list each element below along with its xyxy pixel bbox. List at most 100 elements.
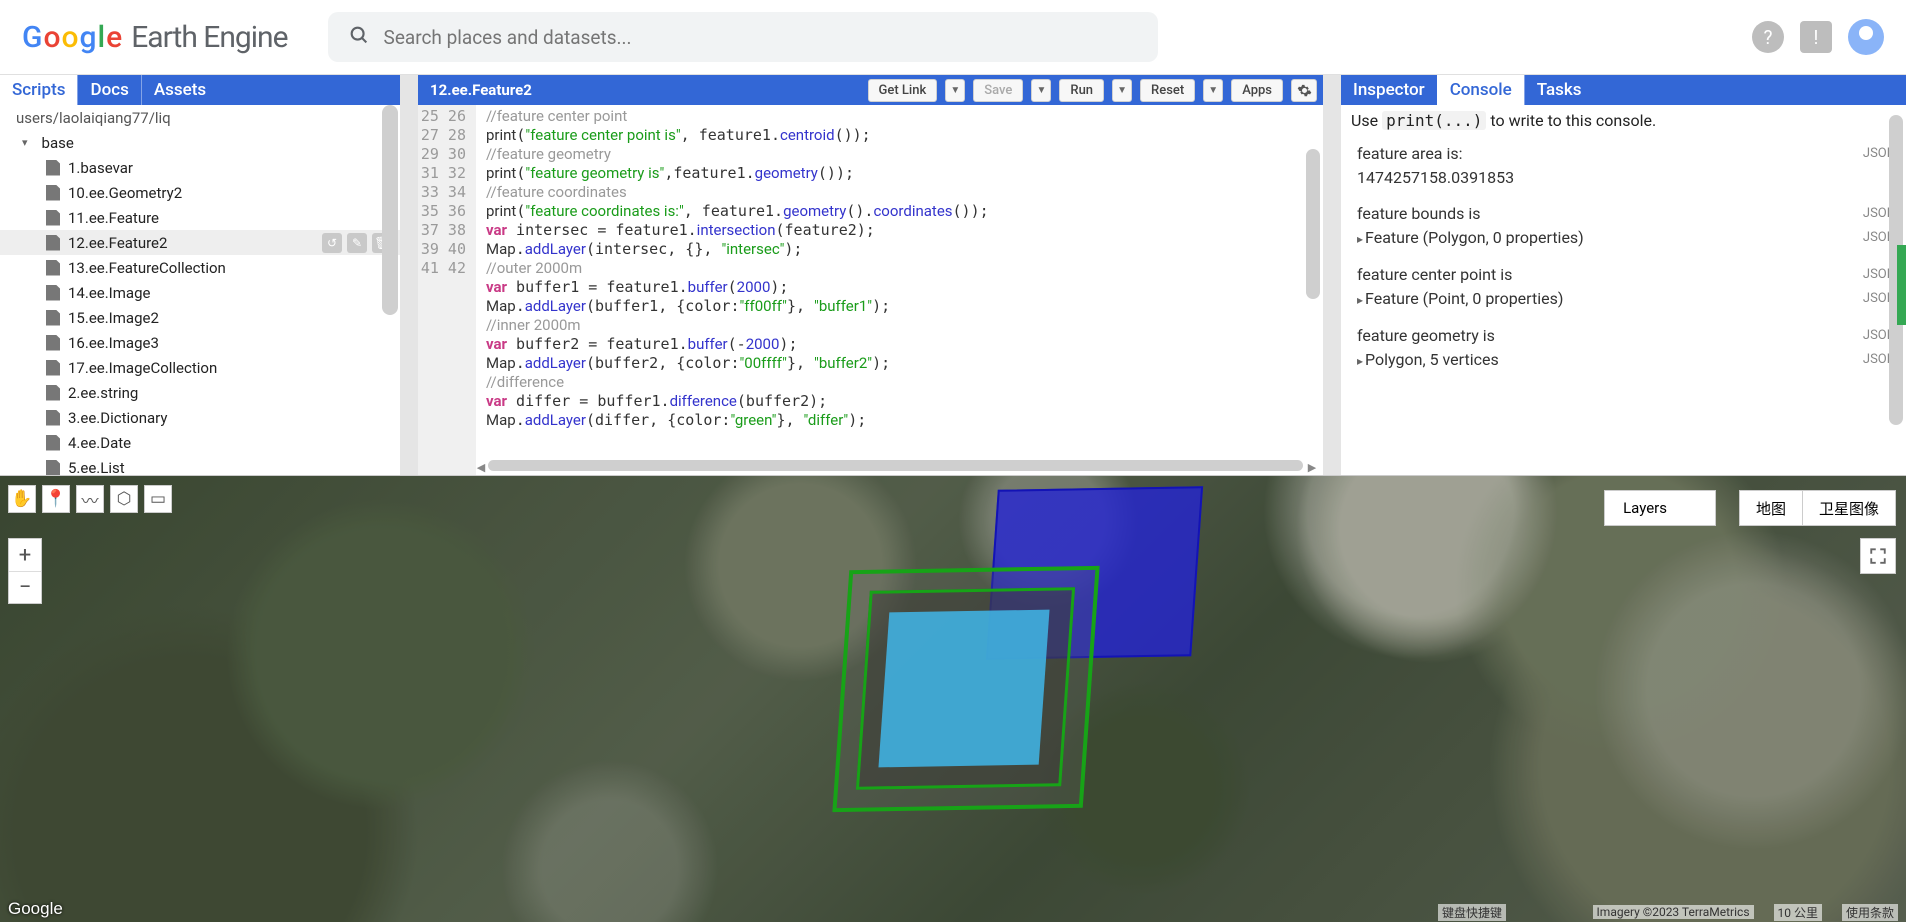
folder-base[interactable]: base [0, 130, 400, 155]
tab-scripts[interactable]: Scripts [0, 75, 77, 105]
console-entry-value[interactable]: ▸Feature (Polygon, 0 properties) [1357, 226, 1843, 251]
pan-hand-icon[interactable]: ✋ [8, 485, 36, 513]
run-button[interactable]: Run [1059, 79, 1104, 102]
script-item-label: 2.ee.string [68, 384, 138, 402]
run-caret[interactable]: ▼ [1112, 79, 1132, 102]
script-item[interactable]: 16.ee.Image3 [0, 330, 400, 355]
console-entry[interactable]: feature bounds isJSON▸Feature (Polygon, … [1357, 202, 1896, 251]
search-input[interactable] [384, 26, 1138, 49]
console-entry-value[interactable]: ▸Feature (Point, 0 properties) [1357, 287, 1843, 312]
save-caret[interactable]: ▼ [1031, 79, 1051, 102]
workspace-panels: Scripts Docs Assets users/laolaiqiang77/… [0, 75, 1906, 475]
tab-docs[interactable]: Docs [77, 75, 140, 105]
script-item[interactable]: 3.ee.Dictionary [0, 405, 400, 430]
map-canvas[interactable]: ✋ 📍 〰 ⬡ ▭ + − Layers 地图 卫星图像 Google 键盘快捷… [0, 475, 1906, 922]
file-icon [46, 410, 60, 426]
settings-gear-icon[interactable] [1291, 79, 1317, 102]
file-icon [46, 185, 60, 201]
script-item-label: 17.ee.ImageCollection [68, 359, 217, 377]
script-item[interactable]: 13.ee.FeatureCollection [0, 255, 400, 280]
expand-caret-icon[interactable]: ▸ [1357, 232, 1363, 246]
maptype-map[interactable]: 地图 [1739, 490, 1803, 526]
edit-icon[interactable]: ✎ [347, 233, 367, 253]
console-entry[interactable]: feature area is:JSON1474257158.0391853 [1357, 142, 1896, 190]
script-item[interactable]: 10.ee.Geometry2 [0, 180, 400, 205]
expand-caret-icon[interactable]: ▸ [1357, 293, 1363, 307]
tab-tasks[interactable]: Tasks [1524, 75, 1594, 105]
line-icon[interactable]: 〰 [76, 485, 104, 513]
scripts-tabbar: Scripts Docs Assets [0, 75, 400, 105]
console-entry[interactable]: feature center point isJSON▸Feature (Poi… [1357, 263, 1896, 312]
polygon-icon[interactable]: ⬡ [110, 485, 138, 513]
script-item-label: 1.basevar [68, 159, 133, 177]
console-entry[interactable]: feature geometry isJSON▸Polygon, 5 verti… [1357, 324, 1896, 373]
script-item[interactable]: 12.ee.Feature2↺✎🗑 [0, 230, 400, 255]
search-box[interactable] [328, 12, 1158, 62]
editor-filename: 12.ee.Feature2 [418, 75, 862, 105]
console-entry-value[interactable]: ▸Polygon, 5 vertices [1357, 348, 1843, 373]
imagery-credit: Imagery ©2023 TerraMetrics [1593, 905, 1754, 919]
script-item[interactable]: 15.ee.Image2 [0, 305, 400, 330]
file-icon [46, 160, 60, 176]
terms-link[interactable]: 使用条款 [1842, 904, 1898, 921]
tab-inspector[interactable]: Inspector [1341, 75, 1437, 105]
script-item-label: 5.ee.List [68, 459, 125, 476]
keyboard-shortcuts[interactable]: 键盘快捷键 [1438, 904, 1506, 921]
print-code: print(...) [1382, 111, 1486, 130]
google-logo: Google Earth Engine [22, 20, 288, 55]
getlink-button[interactable]: Get Link [868, 79, 938, 102]
editor-vscrollbar[interactable] [1306, 149, 1320, 299]
script-item-label: 16.ee.Image3 [68, 334, 159, 352]
help-icon[interactable]: ? [1752, 21, 1784, 53]
tab-assets[interactable]: Assets [141, 75, 218, 105]
geometry-toolbar: ✋ 📍 〰 ⬡ ▭ [8, 485, 172, 513]
script-item-label: 13.ee.FeatureCollection [68, 259, 226, 277]
code-editor[interactable]: 25 26 27 28 29 30 31 32 33 34 35 36 37 3… [418, 105, 1323, 475]
hscroll-left-icon[interactable]: ◀ [474, 460, 488, 474]
hscroll-right-icon[interactable]: ▶ [1305, 460, 1319, 474]
console-output[interactable]: Use print(...) to write to this console.… [1341, 105, 1906, 475]
script-item[interactable]: 17.ee.ImageCollection [0, 355, 400, 380]
edge-marker [1897, 245, 1906, 325]
account-avatar-icon[interactable] [1848, 19, 1884, 55]
file-icon [46, 260, 60, 276]
fullscreen-icon[interactable] [1860, 538, 1896, 574]
maptype-satellite[interactable]: 卫星图像 [1803, 490, 1896, 526]
scripts-scrollbar[interactable] [382, 105, 398, 315]
script-item[interactable]: 5.ee.List [0, 455, 400, 475]
app-header: Google Earth Engine ? ! [0, 0, 1906, 75]
editor-hscrollbar[interactable] [488, 460, 1303, 471]
getlink-caret[interactable]: ▼ [945, 79, 965, 102]
repo-path[interactable]: users/laolaiqiang77/liq [0, 105, 400, 130]
script-item[interactable]: 2.ee.string [0, 380, 400, 405]
console-tabbar: Inspector Console Tasks [1341, 75, 1906, 105]
script-item-label: 10.ee.Geometry2 [68, 184, 182, 202]
console-entry-label: feature area is: [1357, 142, 1843, 166]
overlay-buffer-inner[interactable] [878, 610, 1049, 768]
point-marker-icon[interactable]: 📍 [42, 485, 70, 513]
script-item[interactable]: 14.ee.Image [0, 280, 400, 305]
script-item[interactable]: 11.ee.Feature [0, 205, 400, 230]
zoom-out-button[interactable]: − [9, 571, 41, 603]
scripts-tree[interactable]: users/laolaiqiang77/liq base 1.basevar 10… [0, 105, 400, 475]
code-area[interactable]: //feature center point print("feature ce… [476, 105, 1323, 475]
file-icon [46, 335, 60, 351]
script-item[interactable]: 4.ee.Date [0, 430, 400, 455]
reset-button[interactable]: Reset [1140, 79, 1195, 102]
panel-resizer-left[interactable] [406, 75, 412, 475]
file-icon [46, 210, 60, 226]
expand-caret-icon[interactable]: ▸ [1357, 354, 1363, 368]
file-icon [46, 435, 60, 451]
panel-resizer-right[interactable] [1329, 75, 1335, 475]
console-entry-value[interactable]: 1474257158.0391853 [1357, 166, 1896, 190]
tab-console[interactable]: Console [1437, 75, 1524, 105]
rectangle-icon[interactable]: ▭ [144, 485, 172, 513]
zoom-in-button[interactable]: + [9, 539, 41, 571]
save-button[interactable]: Save [973, 79, 1023, 102]
reset-caret[interactable]: ▼ [1203, 79, 1223, 102]
layers-button[interactable]: Layers [1604, 490, 1716, 526]
script-item[interactable]: 1.basevar [0, 155, 400, 180]
history-icon[interactable]: ↺ [322, 233, 342, 253]
feedback-icon[interactable]: ! [1800, 21, 1832, 53]
apps-button[interactable]: Apps [1231, 79, 1283, 102]
